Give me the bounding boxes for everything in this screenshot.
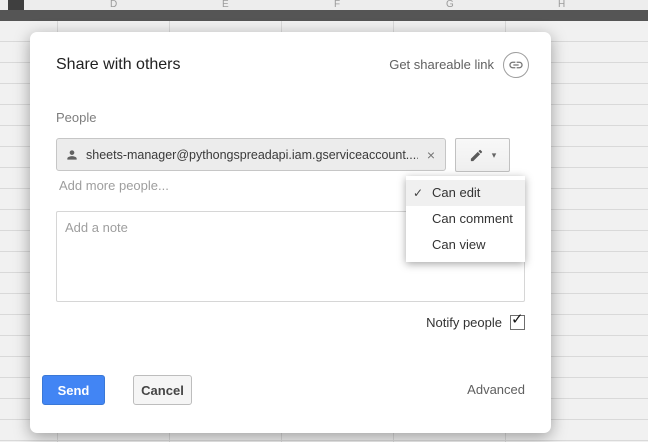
send-button[interactable]: Send bbox=[42, 375, 105, 405]
notify-people-label: Notify people bbox=[426, 315, 502, 330]
menu-item-can-view[interactable]: Can view bbox=[406, 232, 525, 258]
notify-people-row: Notify people ✓ bbox=[426, 311, 525, 330]
checkmark-icon: ✓ bbox=[511, 311, 524, 328]
link-icon bbox=[503, 52, 529, 78]
chevron-down-icon: ▾ bbox=[491, 149, 497, 160]
permission-menu: ✓ Can edit Can comment Can view bbox=[406, 176, 525, 262]
share-dialog: Share with others Get shareable link Peo… bbox=[30, 32, 551, 433]
column-header: H bbox=[558, 0, 566, 10]
menu-item-can-comment[interactable]: Can comment bbox=[406, 206, 525, 232]
menu-item-label: Can edit bbox=[432, 185, 481, 200]
get-shareable-link-label: Get shareable link bbox=[389, 57, 494, 72]
pencil-icon bbox=[469, 148, 484, 163]
column-header: G bbox=[446, 0, 454, 10]
permission-dropdown-button[interactable]: ▾ bbox=[455, 138, 510, 172]
remove-recipient-button[interactable]: × bbox=[425, 147, 437, 163]
menu-item-label: Can comment bbox=[432, 211, 513, 226]
people-label: People bbox=[56, 110, 97, 125]
dimmed-toolbar bbox=[0, 10, 648, 21]
column-header: E bbox=[222, 0, 229, 10]
get-shareable-link-button[interactable]: Get shareable link bbox=[389, 52, 529, 78]
advanced-link[interactable]: Advanced bbox=[467, 382, 525, 397]
column-header-row: D E F G H bbox=[0, 0, 648, 10]
dialog-title: Share with others bbox=[56, 56, 181, 73]
toolbar-fragment bbox=[8, 0, 24, 10]
menu-item-label: Can view bbox=[432, 237, 486, 252]
column-header: D bbox=[110, 0, 118, 10]
add-people-input[interactable] bbox=[57, 177, 361, 194]
cancel-button[interactable]: Cancel bbox=[133, 375, 192, 405]
person-icon bbox=[65, 148, 79, 162]
recipient-chip: sheets-manager@pythongspreadapi.iam.gser… bbox=[56, 138, 446, 171]
menu-item-can-edit[interactable]: ✓ Can edit bbox=[406, 180, 525, 206]
screen: D E F G H Share with others Get shareabl… bbox=[0, 0, 648, 442]
recipient-email: sheets-manager@pythongspreadapi.iam.gser… bbox=[86, 147, 418, 162]
column-header: F bbox=[334, 0, 341, 10]
check-icon: ✓ bbox=[413, 186, 424, 200]
notify-people-checkbox[interactable]: ✓ bbox=[510, 311, 525, 330]
